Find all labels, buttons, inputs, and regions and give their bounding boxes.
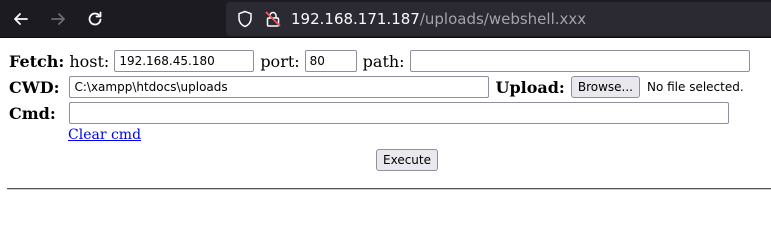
port-input[interactable] [304, 50, 357, 72]
fetch-label: Fetch: [9, 51, 65, 71]
fetch-row: Fetch: host: port: path: [9, 49, 750, 73]
execute-button[interactable]: Execute [376, 149, 438, 171]
path-input[interactable] [409, 50, 750, 72]
path-label: path: [362, 51, 405, 71]
file-status-text: No file selected. [646, 80, 744, 94]
url-host: 192.168.171.187 [291, 10, 420, 28]
clear-cmd-link[interactable]: Clear cmd [68, 127, 141, 143]
execute-wrapper: Execute [376, 149, 438, 171]
cmd-label: Cmd: [9, 103, 56, 123]
insecure-lock-icon[interactable] [264, 10, 282, 28]
upload-label: Upload: [495, 77, 565, 97]
url-path: /uploads/webshell.xxx [419, 10, 587, 28]
page-content: Fetch: host: port: path: CWD: Upload: Br… [0, 38, 771, 243]
browse-button[interactable]: Browse... [570, 76, 640, 98]
cwd-input[interactable] [69, 76, 490, 98]
forward-arrow-icon[interactable] [48, 9, 68, 29]
cmd-input[interactable] [68, 102, 729, 124]
host-input[interactable] [114, 50, 255, 72]
cwd-row: CWD: Upload: Browse... No file selected. [9, 75, 744, 99]
port-label: port: [260, 51, 300, 71]
browser-toolbar: 192.168.171.187/uploads/webshell.xxx [0, 0, 771, 38]
address-bar[interactable]: 192.168.171.187/uploads/webshell.xxx [226, 2, 771, 36]
horizontal-rule [7, 188, 771, 190]
tracking-protection-shield-icon[interactable] [236, 10, 254, 28]
url-text[interactable]: 192.168.171.187/uploads/webshell.xxx [291, 9, 586, 29]
back-arrow-icon[interactable] [11, 9, 31, 29]
reload-icon[interactable] [85, 9, 105, 29]
cmd-row: Cmd: [9, 101, 729, 125]
cwd-label: CWD: [9, 77, 60, 97]
host-label: host: [69, 51, 110, 71]
